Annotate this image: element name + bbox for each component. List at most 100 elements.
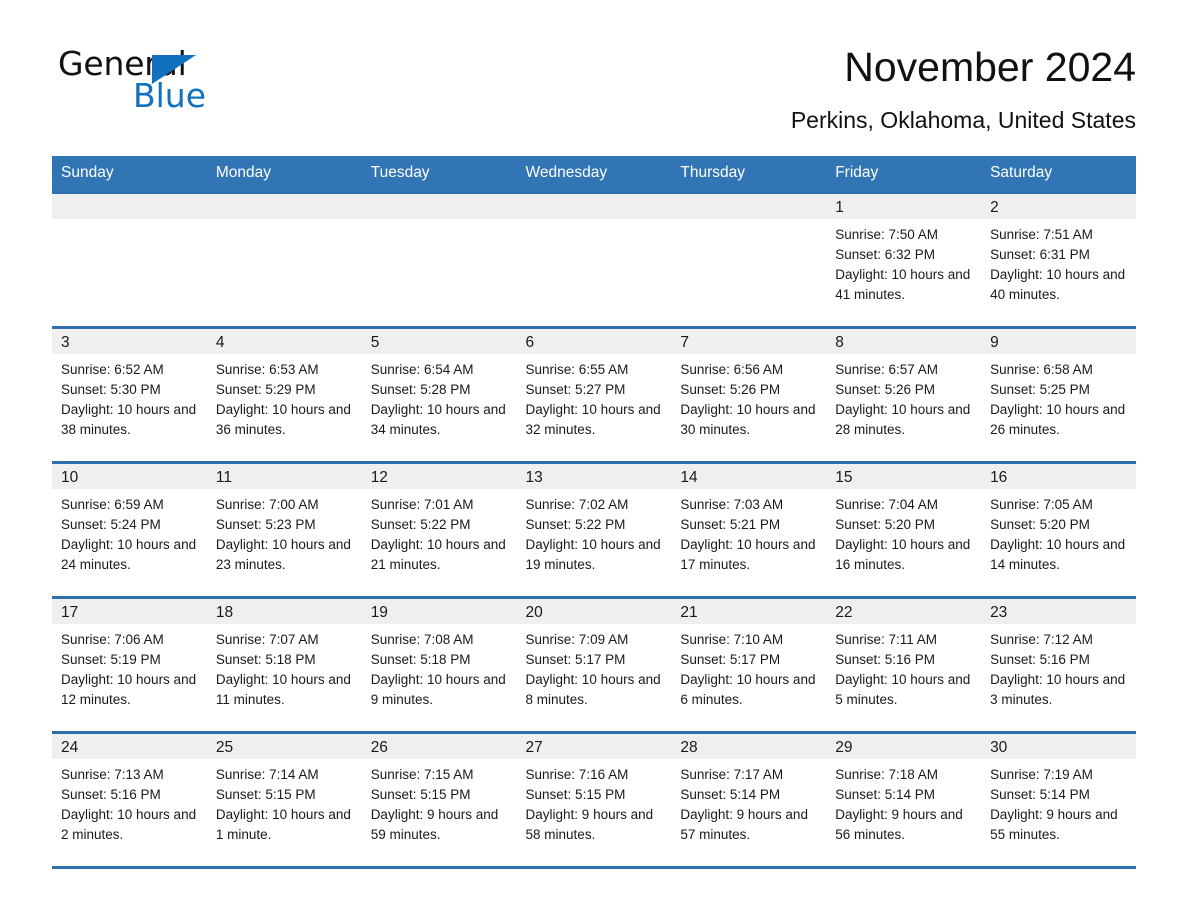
calendar-day-cell[interactable]: 17 Sunrise: 7:06 AM Sunset: 5:19 PM Dayligh…	[52, 596, 207, 733]
day-details: Sunrise: 6:58 AM Sunset: 5:25 PM Daylight:…	[981, 354, 1136, 440]
calendar-day-cell[interactable]: 27 Sunrise: 7:16 AM Sunset: 5:15 PM Dayligh…	[516, 731, 672, 870]
sunrise-text: Sunrise: 7:50 AM	[835, 227, 939, 243]
day-details: Sunrise: 7:12 AM Sunset: 5:16 PM Daylight:…	[981, 624, 1136, 710]
calendar-day-cell[interactable]: 20 Sunrise: 7:09 AM Sunset: 5:17 PM Dayligh…	[516, 596, 672, 733]
daylight-text: Daylight: 10 hours and 19 minutes.	[525, 537, 661, 573]
calendar-day-cell[interactable]: 12 Sunrise: 7:01 AM Sunset: 5:22 PM Dayligh…	[361, 461, 517, 598]
day-number: 1	[826, 194, 982, 220]
day-number: 28	[671, 734, 827, 760]
title-block: November 2024 Perkins, Oklahoma, United …	[258, 44, 1136, 134]
calendar-week-row: 24 Sunrise: 7:13 AM Sunset: 5:16 PM Dayligh…	[52, 731, 1136, 870]
calendar-day-cell-empty	[671, 191, 827, 328]
calendar-day-cell[interactable]: 28 Sunrise: 7:17 AM Sunset: 5:14 PM Dayligh…	[671, 731, 827, 870]
sunset-text: Sunset: 5:18 PM	[370, 652, 471, 668]
general-blue-logo[interactable]: General Blue	[58, 44, 258, 115]
day-details: Sunrise: 7:17 AM Sunset: 5:14 PM Daylight:…	[671, 759, 826, 845]
day-details: Sunrise: 6:56 AM Sunset: 5:26 PM Daylight:…	[671, 354, 826, 440]
sunrise-text: Sunrise: 6:56 AM	[680, 362, 784, 378]
calendar-day-cell[interactable]: 19 Sunrise: 7:08 AM Sunset: 5:18 PM Dayligh…	[361, 596, 517, 733]
calendar-day-cell[interactable]: 15 Sunrise: 7:04 AM Sunset: 5:20 PM Dayligh…	[826, 461, 982, 598]
calendar-day-cell[interactable]: 25 Sunrise: 7:14 AM Sunset: 5:15 PM Dayligh…	[206, 731, 362, 870]
calendar-day-cell[interactable]: 4 Sunrise: 6:53 AM Sunset: 5:29 PM Daylight…	[206, 326, 362, 463]
weekday-header-tuesday: Tuesday	[361, 156, 517, 193]
sunrise-text: Sunrise: 7:03 AM	[680, 497, 784, 513]
sunrise-text: Sunrise: 7:02 AM	[525, 497, 629, 513]
daylight-text: Daylight: 10 hours and 38 minutes.	[61, 402, 197, 438]
calendar-week-row: 3 Sunrise: 6:52 AM Sunset: 5:30 PM Daylight…	[52, 326, 1136, 463]
daylight-text: Daylight: 10 hours and 28 minutes.	[835, 402, 971, 438]
sunrise-text: Sunrise: 7:16 AM	[525, 767, 629, 783]
daylight-text: Daylight: 9 hours and 57 minutes.	[680, 807, 808, 843]
sunrise-text: Sunrise: 7:19 AM	[990, 767, 1093, 783]
day-number: 5	[361, 329, 517, 355]
daylight-text: Daylight: 10 hours and 8 minutes.	[525, 672, 661, 708]
sunset-text: Sunset: 5:14 PM	[680, 787, 781, 803]
sunrise-text: Sunrise: 7:12 AM	[990, 632, 1093, 648]
daylight-text: Daylight: 10 hours and 34 minutes.	[370, 402, 506, 438]
day-number	[206, 194, 362, 220]
calendar-day-cell[interactable]: 13 Sunrise: 7:02 AM Sunset: 5:22 PM Dayligh…	[516, 461, 672, 598]
daylight-text: Daylight: 9 hours and 55 minutes.	[990, 807, 1118, 843]
sunrise-text: Sunrise: 7:10 AM	[680, 632, 784, 648]
sunrise-text: Sunrise: 7:04 AM	[835, 497, 939, 513]
sunset-text: Sunset: 5:20 PM	[835, 517, 936, 533]
calendar-day-cell[interactable]: 29 Sunrise: 7:18 AM Sunset: 5:14 PM Dayligh…	[826, 731, 982, 870]
calendar-day-cell[interactable]: 24 Sunrise: 7:13 AM Sunset: 5:16 PM Dayligh…	[52, 731, 207, 870]
calendar-header-row: Sunday Monday Tuesday Wednesday Thursday…	[52, 156, 1136, 193]
calendar-day-cell[interactable]: 5 Sunrise: 6:54 AM Sunset: 5:28 PM Daylight…	[361, 326, 517, 463]
sunset-text: Sunset: 5:16 PM	[61, 787, 161, 803]
calendar-day-cell[interactable]: 1 Sunrise: 7:50 AM Sunset: 6:32 PM Daylight…	[826, 191, 982, 328]
day-number: 2	[981, 194, 1136, 220]
calendar-day-cell[interactable]: 11 Sunrise: 7:00 AM Sunset: 5:23 PM Dayligh…	[206, 461, 362, 598]
sunset-text: Sunset: 5:29 PM	[215, 382, 316, 398]
calendar-day-cell[interactable]: 26 Sunrise: 7:15 AM Sunset: 5:15 PM Dayligh…	[361, 731, 517, 870]
calendar-body: 1 Sunrise: 7:50 AM Sunset: 6:32 PM Daylight…	[52, 191, 1136, 870]
calendar-page: General Blue November 2024 Perkins, Okla…	[0, 0, 1188, 918]
sunset-text: Sunset: 5:21 PM	[680, 517, 781, 533]
day-details: Sunrise: 7:11 AM Sunset: 5:16 PM Daylight:…	[826, 624, 981, 710]
daylight-text: Daylight: 10 hours and 2 minutes.	[61, 807, 197, 843]
day-details: Sunrise: 7:15 AM Sunset: 5:15 PM Daylight:…	[362, 759, 517, 845]
day-details: Sunrise: 7:13 AM Sunset: 5:16 PM Daylight:…	[52, 759, 207, 845]
sunrise-text: Sunrise: 7:15 AM	[370, 767, 474, 783]
daylight-text: Daylight: 10 hours and 14 minutes.	[990, 537, 1126, 573]
calendar-day-cell[interactable]: 7 Sunrise: 6:56 AM Sunset: 5:26 PM Daylight…	[671, 326, 827, 463]
calendar-day-cell[interactable]: 10 Sunrise: 6:59 AM Sunset: 5:24 PM Dayligh…	[52, 461, 207, 598]
sunset-text: Sunset: 5:19 PM	[61, 652, 161, 668]
day-number: 24	[52, 734, 207, 760]
calendar-day-cell[interactable]: 21 Sunrise: 7:10 AM Sunset: 5:17 PM Dayligh…	[671, 596, 827, 733]
day-number: 27	[516, 734, 672, 760]
weekday-header-monday: Monday	[206, 156, 362, 193]
calendar-day-cell[interactable]: 6 Sunrise: 6:55 AM Sunset: 5:27 PM Daylight…	[516, 326, 672, 463]
weekday-header-friday: Friday	[826, 156, 982, 193]
location-subtitle: Perkins, Oklahoma, United States	[790, 107, 1136, 134]
day-number: 29	[826, 734, 982, 760]
calendar-day-cell[interactable]: 22 Sunrise: 7:11 AM Sunset: 5:16 PM Dayligh…	[826, 596, 982, 733]
day-details: Sunrise: 6:57 AM Sunset: 5:26 PM Daylight:…	[826, 354, 981, 440]
sunset-text: Sunset: 5:26 PM	[835, 382, 936, 398]
day-number	[361, 194, 517, 220]
daylight-text: Daylight: 10 hours and 9 minutes.	[370, 672, 506, 708]
calendar-day-cell[interactable]: 18 Sunrise: 7:07 AM Sunset: 5:18 PM Dayligh…	[206, 596, 362, 733]
calendar-day-cell[interactable]: 23 Sunrise: 7:12 AM Sunset: 5:16 PM Dayligh…	[981, 596, 1136, 733]
day-details: Sunrise: 7:04 AM Sunset: 5:20 PM Daylight:…	[826, 489, 981, 575]
day-number: 7	[671, 329, 827, 355]
day-details: Sunrise: 7:02 AM Sunset: 5:22 PM Daylight:…	[517, 489, 672, 575]
daylight-text: Daylight: 10 hours and 30 minutes.	[680, 402, 816, 438]
calendar-day-cell[interactable]: 2 Sunrise: 7:51 AM Sunset: 6:31 PM Daylight…	[981, 191, 1136, 328]
calendar-day-cell[interactable]: 30 Sunrise: 7:19 AM Sunset: 5:14 PM Dayligh…	[981, 731, 1136, 870]
sunset-text: Sunset: 5:30 PM	[61, 382, 161, 398]
sunset-text: Sunset: 5:24 PM	[61, 517, 161, 533]
calendar-day-cell[interactable]: 8 Sunrise: 6:57 AM Sunset: 5:26 PM Daylight…	[826, 326, 982, 463]
calendar-day-cell[interactable]: 14 Sunrise: 7:03 AM Sunset: 5:21 PM Dayligh…	[671, 461, 827, 598]
sunrise-sunset-calendar: Sunday Monday Tuesday Wednesday Thursday…	[52, 156, 1136, 870]
sunrise-text: Sunrise: 6:57 AM	[835, 362, 939, 378]
daylight-text: Daylight: 9 hours and 59 minutes.	[370, 807, 499, 843]
day-details: Sunrise: 7:19 AM Sunset: 5:14 PM Daylight:…	[981, 759, 1136, 845]
calendar-day-cell[interactable]: 9 Sunrise: 6:58 AM Sunset: 5:25 PM Daylight…	[981, 326, 1136, 463]
sunset-text: Sunset: 5:16 PM	[835, 652, 936, 668]
calendar-day-cell[interactable]: 3 Sunrise: 6:52 AM Sunset: 5:30 PM Daylight…	[52, 326, 207, 463]
calendar-day-cell[interactable]: 16 Sunrise: 7:05 AM Sunset: 5:20 PM Dayligh…	[981, 461, 1136, 598]
day-details: Sunrise: 7:16 AM Sunset: 5:15 PM Daylight:…	[517, 759, 672, 845]
sunset-text: Sunset: 5:22 PM	[525, 517, 626, 533]
